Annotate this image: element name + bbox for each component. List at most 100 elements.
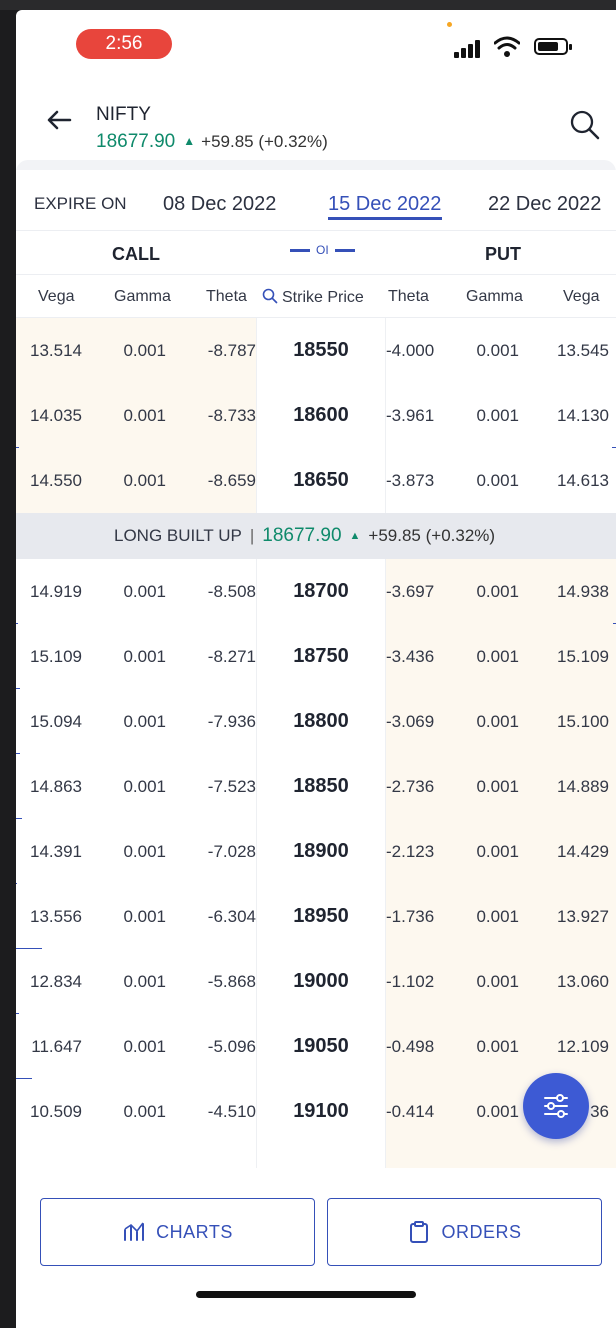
spot-price-banner: LONG BUILT UP | 18677.90 ▲ +59.85 (+0.32%) — [16, 513, 616, 559]
call-cell-bg — [16, 1144, 256, 1168]
expiry-tab-22-dec[interactable]: 22 Dec 2022 — [488, 193, 601, 216]
put-theta-value: -4.000 — [386, 341, 435, 360]
charts-button-label: CHARTS — [156, 1221, 233, 1242]
search-icon[interactable] — [568, 108, 602, 142]
call-theta-value: -6.304 — [207, 907, 256, 926]
table-row[interactable]: 13.514 0.001 -8.787 -4.000 0.001 13.545 18550 — [16, 318, 616, 383]
col-call-vega: Vega — [38, 288, 75, 305]
up-triangle-icon: ▲ — [349, 530, 361, 542]
strike-price-value: 18650 — [293, 469, 349, 491]
active-tab-indicator — [328, 217, 442, 220]
search-icon — [262, 288, 278, 304]
sliders-icon — [544, 1094, 568, 1118]
col-put-theta: Theta — [388, 288, 429, 305]
table-row[interactable]: 15.094 0.001 -7.936 -3.069 0.001 15.100 18800 — [16, 689, 616, 755]
charts-button[interactable]: CHARTS — [40, 1198, 315, 1266]
call-gamma-value: 0.001 — [123, 1102, 166, 1121]
put-theta-value: -0.498 — [386, 1037, 435, 1056]
table-row[interactable]: 13.556 0.001 -6.304 -1.736 0.001 13.927 18950 — [16, 884, 616, 950]
call-theta-value: -7.936 — [207, 712, 256, 731]
chart-icon — [124, 1222, 145, 1241]
strike-price-value: 18700 — [293, 580, 349, 602]
oi-label: OI — [316, 243, 329, 257]
filter-button[interactable] — [523, 1073, 589, 1139]
app-screen: 2:56 NIFTY 18677.90 ▲ +59.85 (+0.32%) EXPI… — [16, 10, 616, 1328]
call-gamma-value: 0.001 — [123, 712, 166, 731]
col-call-gamma: Gamma — [114, 288, 171, 305]
table-row[interactable]: 14.550 0.001 -8.659 -3.873 0.001 14.613 18650 — [16, 448, 616, 513]
table-row[interactable]: 12.834 0.001 -5.868 -1.102 0.001 13.060 19000 — [16, 949, 616, 1015]
arrow-left-icon[interactable] — [44, 105, 74, 135]
table-row[interactable]: 14.035 0.001 -8.733 -3.961 0.001 14.130 18600 — [16, 383, 616, 449]
call-gamma-value: 0.001 — [123, 582, 166, 601]
strike-price-value: 19000 — [293, 970, 349, 992]
wifi-icon — [494, 36, 520, 57]
call-vega-value: 15.109 — [30, 647, 82, 666]
put-vega-value: 12.109 — [557, 1037, 609, 1056]
put-vega-value: 36 — [590, 1102, 609, 1121]
put-theta-value: -3.961 — [386, 406, 435, 425]
privacy-indicator — [447, 22, 452, 27]
call-vega-value: 11.647 — [31, 1037, 82, 1056]
home-indicator — [196, 1291, 416, 1298]
col-call-theta: Theta — [206, 288, 247, 305]
put-gamma-value: 0.001 — [476, 341, 519, 360]
put-gamma-value: 0.001 — [476, 471, 519, 490]
call-gamma-value: 0.001 — [123, 972, 166, 991]
strike-price-value: 19050 — [293, 1035, 349, 1057]
put-gamma-value: 0.001 — [476, 1102, 519, 1121]
call-gamma-value: 0.001 — [123, 341, 166, 360]
put-vega-value: 15.109 — [557, 647, 609, 666]
call-gamma-value: 0.001 — [123, 907, 166, 926]
option-chain-table: 13.514 0.001 -8.787 -4.000 0.001 13.545 18550 1… — [16, 318, 616, 1168]
call-theta-value: -7.028 — [207, 842, 256, 861]
table-row[interactable]: 11.647 0.001 -5.096 -0.498 0.001 12.109 19050 — [16, 1014, 616, 1080]
strike-price-value: 18550 — [293, 339, 349, 361]
call-gamma-value: 0.001 — [123, 1037, 166, 1056]
put-theta-value: -0.414 — [386, 1102, 435, 1121]
table-row[interactable]: 15.109 0.001 -8.271 -3.436 0.001 15.109 18750 — [16, 624, 616, 690]
put-vega-value: 14.889 — [557, 777, 609, 796]
call-vega-value: 12.834 — [30, 972, 82, 991]
expiry-tab-15-dec[interactable]: 15 Dec 2022 — [328, 193, 441, 216]
ltp-value: 18677.90 — [96, 131, 176, 152]
strike-price-value: 18900 — [293, 840, 349, 862]
call-vega-value: 14.919 — [30, 582, 82, 601]
battery-icon — [534, 38, 572, 55]
table-row[interactable]: 14.863 0.001 -7.523 -2.736 0.001 14.889 18850 — [16, 754, 616, 820]
table-row[interactable]: 14.391 0.001 -7.028 -2.123 0.001 14.429 18900 — [16, 819, 616, 885]
strike-price-value: 19100 — [293, 1100, 349, 1122]
put-theta-value: -2.736 — [386, 777, 435, 796]
call-theta-value: -4.510 — [207, 1102, 256, 1121]
call-vega-value: 14.035 — [30, 406, 82, 425]
top-strip — [0, 0, 616, 10]
expiry-tab-08-dec[interactable]: 08 Dec 2022 — [163, 193, 276, 216]
put-gamma-value: 0.001 — [476, 406, 519, 425]
call-theta-value: -8.787 — [207, 341, 256, 360]
col-strike-price[interactable]: Strike Price — [262, 288, 364, 307]
call-gamma-value: 0.001 — [123, 647, 166, 666]
call-theta-value: -8.659 — [207, 471, 256, 490]
divider: | — [249, 526, 255, 545]
call-gamma-value: 0.001 — [123, 777, 166, 796]
orders-button[interactable]: ORDERS — [327, 1198, 602, 1266]
put-vega-value: 13.060 — [557, 972, 609, 991]
call-vega-value: 14.550 — [30, 471, 82, 490]
instrument-price: 18677.90 ▲ +59.85 (+0.32%) — [96, 131, 328, 153]
table-row[interactable]: 9.2450.001-3.869---19150 — [16, 1144, 616, 1168]
clipboard-icon — [410, 1221, 429, 1243]
put-gamma-value: 0.001 — [476, 1037, 519, 1056]
status-time: 2:56 — [76, 29, 172, 59]
put-vega-value: 13.927 — [557, 907, 609, 926]
oi-legend: OI — [284, 243, 361, 257]
expiry-label: EXPIRE ON — [34, 194, 127, 213]
call-gamma-value: 0.001 — [123, 471, 166, 490]
strike-price-value: 18950 — [293, 905, 349, 927]
table-row[interactable]: 14.919 0.001 -8.508 -3.697 0.001 14.938 18700 — [16, 559, 616, 625]
put-theta-value: -1.102 — [386, 972, 435, 991]
put-vega-value: 13.545 — [557, 341, 609, 360]
col-put-gamma: Gamma — [466, 288, 523, 305]
call-theta-value: -5.868 — [207, 972, 256, 991]
put-vega-value: 14.613 — [557, 471, 609, 490]
col-put-vega: Vega — [563, 288, 600, 305]
